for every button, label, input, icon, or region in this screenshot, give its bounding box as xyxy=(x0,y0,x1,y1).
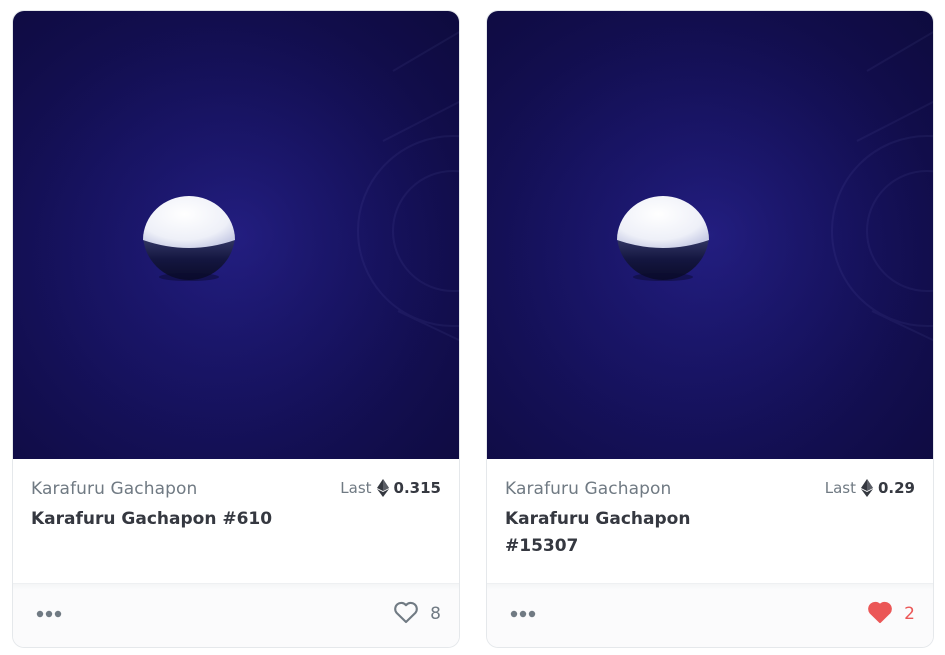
price-label: Last xyxy=(340,479,372,497)
ethereum-icon xyxy=(860,479,873,497)
price-value: 0.29 xyxy=(877,479,915,497)
ethereum-icon xyxy=(376,479,389,497)
heart-filled-icon xyxy=(867,600,893,628)
more-options-icon[interactable] xyxy=(35,606,65,622)
asset-title[interactable]: Karafuru Gachapon #15307 xyxy=(505,506,705,560)
asset-title[interactable]: Karafuru Gachapon #610 xyxy=(31,506,291,533)
like-count: 8 xyxy=(430,604,441,624)
asset-info: Karafuru Gachapon Karafuru Gachapon #153… xyxy=(487,459,933,584)
heart-outline-icon xyxy=(393,600,419,628)
collection-name[interactable]: Karafuru Gachapon xyxy=(505,479,671,499)
gachapon-capsule-image xyxy=(13,11,459,459)
like-count: 2 xyxy=(904,604,915,624)
card-footer: 8 xyxy=(13,583,459,647)
last-price: Last 0.315 xyxy=(340,479,441,497)
gachapon-capsule-image xyxy=(487,11,933,459)
price-label: Last xyxy=(824,479,856,497)
collection-name[interactable]: Karafuru Gachapon xyxy=(31,479,197,499)
card-footer: 2 xyxy=(487,583,933,647)
asset-grid: Karafuru Gachapon Karafuru Gachapon #610… xyxy=(0,0,945,655)
like-button[interactable]: 8 xyxy=(393,600,441,628)
asset-info: Karafuru Gachapon Karafuru Gachapon #610… xyxy=(13,459,459,584)
asset-image[interactable] xyxy=(487,11,933,459)
more-options-icon[interactable] xyxy=(509,606,539,622)
last-price: Last 0.29 xyxy=(825,479,915,497)
asset-card[interactable]: Karafuru Gachapon Karafuru Gachapon #610… xyxy=(12,10,460,648)
asset-card[interactable]: Karafuru Gachapon Karafuru Gachapon #153… xyxy=(486,10,934,648)
like-button[interactable]: 2 xyxy=(867,600,915,628)
asset-image[interactable] xyxy=(13,11,459,459)
price-value: 0.315 xyxy=(393,479,441,497)
